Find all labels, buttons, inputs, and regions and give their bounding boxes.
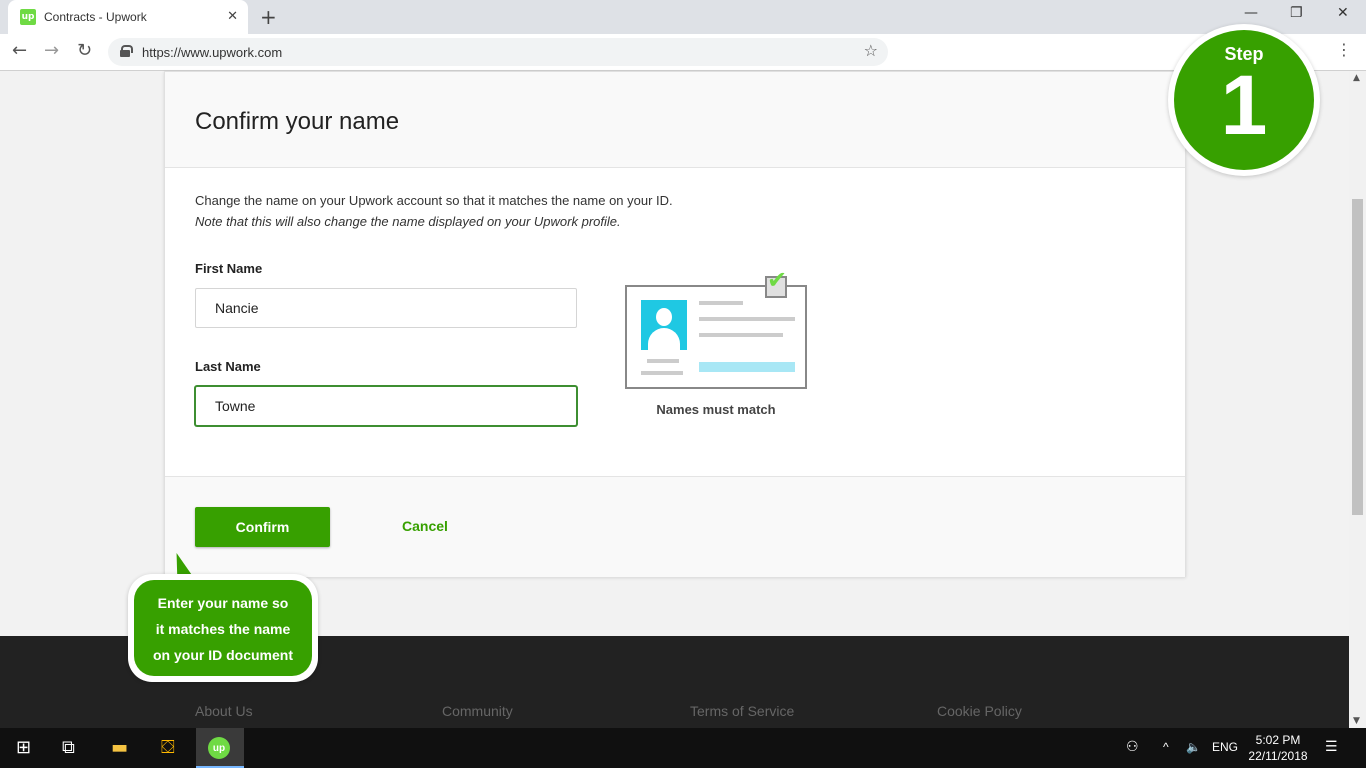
step-number: 1 <box>1220 58 1268 152</box>
reload-icon[interactable]: ↻ <box>77 40 92 61</box>
back-icon[interactable]: ← <box>12 40 27 61</box>
id-card-illustration <box>625 285 807 389</box>
system-clock[interactable]: 5:02 PM 22/11/2018 <box>1248 732 1308 764</box>
description-text: Change the name on your Upwork account s… <box>195 193 673 208</box>
step-circle: Step 1 <box>1174 30 1314 170</box>
first-name-label: First Name <box>195 261 263 276</box>
language-indicator[interactable]: ENG <box>1212 740 1238 754</box>
task-view-icon[interactable]: ⧉ <box>62 737 75 758</box>
volume-icon[interactable]: 🔈 <box>1186 740 1201 754</box>
cancel-button[interactable]: Cancel <box>402 518 448 534</box>
minimize-icon[interactable]: — <box>1244 5 1258 21</box>
browser-toolbar: ← → ↻ https://www.upwork.com ☆ ⋮ <box>0 34 1366 71</box>
first-name-input[interactable] <box>195 288 577 328</box>
clock-date: 22/11/2018 <box>1248 749 1308 763</box>
bookmark-star-icon[interactable]: ☆ <box>864 41 878 60</box>
notifications-icon[interactable]: ☰ <box>1325 738 1338 755</box>
last-name-label: Last Name <box>195 359 261 374</box>
last-name-input[interactable] <box>195 386 577 426</box>
id-line <box>699 317 795 321</box>
footer-link-community[interactable]: Community <box>442 703 513 719</box>
upwork-favicon-icon: up <box>20 9 36 25</box>
id-line <box>699 333 783 337</box>
illustration-caption: Names must match <box>656 402 776 417</box>
tooltip-line: on your ID document <box>153 647 293 663</box>
browser-tab[interactable]: up Contracts - Upwork ✕ <box>8 0 248 34</box>
scroll-up-icon[interactable]: ▲ <box>1353 73 1360 83</box>
description-note: Note that this will also change the name… <box>195 214 621 229</box>
browser-menu-icon[interactable]: ⋮ <box>1336 40 1352 59</box>
footer-link-terms[interactable]: Terms of Service <box>690 703 794 719</box>
store-icon[interactable]: ⛋ <box>161 737 175 758</box>
lock-icon <box>120 45 133 57</box>
new-tab-icon[interactable]: + <box>260 5 277 29</box>
dialog-footer: Confirm Cancel <box>165 476 1185 577</box>
id-highlight-line <box>699 362 795 372</box>
dialog-title: Confirm your name <box>195 108 400 135</box>
dialog-header: Confirm your name <box>165 72 1185 168</box>
tray-chevron-up-icon[interactable]: ^ <box>1163 740 1169 754</box>
tab-title: Contracts - Upwork <box>44 10 147 24</box>
file-explorer-icon[interactable]: ▬ <box>111 737 128 758</box>
confirm-name-dialog: Confirm your name Change the name on you… <box>164 71 1186 577</box>
page-scrollbar[interactable]: ▲ ▼ <box>1349 71 1366 728</box>
tooltip-line: Enter your name so <box>157 595 289 611</box>
scroll-thumb[interactable] <box>1352 199 1363 515</box>
dialog-description: Change the name on your Upwork account s… <box>195 190 673 232</box>
upwork-app-icon: up <box>208 737 230 759</box>
person-avatar-icon <box>641 300 687 350</box>
tooltip-body: Enter your name so it matches the name o… <box>134 580 312 676</box>
instruction-tooltip: Enter your name so it matches the name o… <box>128 574 318 682</box>
step-badge: Step 1 <box>1168 24 1320 176</box>
address-bar[interactable]: https://www.upwork.com ☆ <box>108 38 888 66</box>
url-text: https://www.upwork.com <box>142 45 283 60</box>
clock-time: 5:02 PM <box>1255 733 1301 747</box>
footer-link-cookie[interactable]: Cookie Policy <box>937 703 1022 719</box>
forward-icon[interactable]: → <box>44 40 59 61</box>
scroll-down-icon[interactable]: ▼ <box>1353 716 1360 726</box>
windows-taskbar: ⊞ ⧉ ▬ ⛋ up ⚇ ^ 🔈 ENG 5:02 PM 22/11/2018 … <box>0 728 1366 768</box>
close-window-icon[interactable]: ✕ <box>1337 5 1349 21</box>
id-line <box>647 359 679 363</box>
close-tab-icon[interactable]: ✕ <box>227 9 238 24</box>
checkmark-icon: ✔ <box>767 266 788 294</box>
taskbar-upwork-app[interactable]: up <box>196 728 244 768</box>
id-line <box>699 301 743 305</box>
tooltip-line: it matches the name <box>155 621 291 637</box>
people-icon[interactable]: ⚇ <box>1126 738 1139 755</box>
footer-link-about[interactable]: About Us <box>195 703 253 719</box>
restore-icon[interactable]: ❐ <box>1290 5 1303 21</box>
id-line <box>641 371 683 375</box>
browser-tab-bar: up Contracts - Upwork ✕ + — ❐ ✕ <box>0 0 1366 34</box>
confirm-button[interactable]: Confirm <box>195 507 330 547</box>
windows-start-icon[interactable]: ⊞ <box>16 737 31 758</box>
